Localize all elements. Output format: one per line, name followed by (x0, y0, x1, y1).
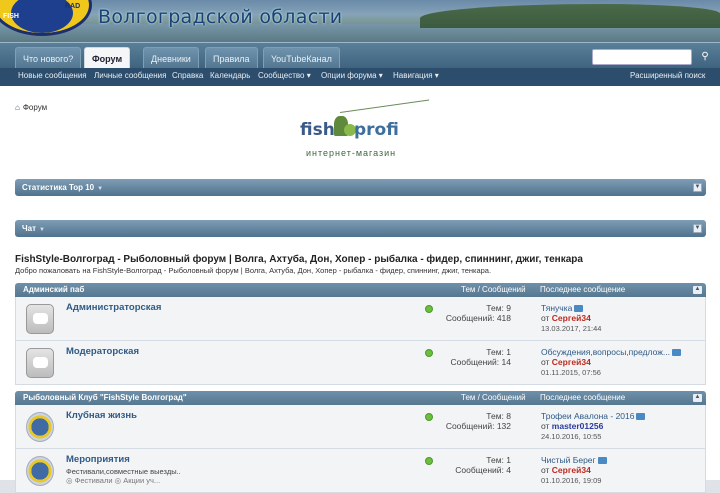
ad-tagline: интернет-магазин (306, 148, 397, 158)
collapse-icon[interactable]: ▼ (693, 224, 702, 233)
posts-count: Сообщений: 4 (455, 465, 511, 475)
tab-forum[interactable]: Форум (84, 47, 131, 69)
forum-title-link[interactable]: Клубная жизнь (66, 410, 137, 421)
subnav-navigation[interactable]: Навигация ▾ (393, 71, 439, 80)
topics-count: Тем: 1 (486, 455, 511, 465)
chevron-down-icon: ▼ (39, 227, 45, 233)
forum-title-link[interactable]: Администраторская (66, 302, 161, 313)
subforum-links[interactable]: ◎ Фестивали ◎ Акции уч... (66, 476, 160, 485)
last-post-author: от Сергей34 (541, 465, 591, 475)
forum-title-link[interactable]: Модераторская (66, 346, 139, 357)
posts-count: Сообщений: 132 (445, 421, 511, 431)
section-header: Рыболовный Клуб "FishStyle Волгоград" Те… (15, 391, 706, 405)
banner-trees (420, 4, 720, 28)
main-navbar: Что нового? Форум Дневники Правила YouTu… (0, 42, 720, 69)
breadcrumb-forum[interactable]: Форум (23, 103, 47, 112)
forum-title-link[interactable]: Мероприятия (66, 454, 130, 465)
chevron-down-icon: ▼ (97, 186, 104, 192)
last-post-link[interactable]: Трофеи Авалона - 2016 (541, 411, 646, 421)
topics-count: Тем: 1 (486, 347, 511, 357)
chat-bar[interactable]: Чат ▼ ▼ (15, 220, 706, 237)
forum-title: FishStyle-Волгоград - Рыболовный форум |… (15, 254, 583, 265)
col-topics-header: Тем / Сообщений (461, 393, 526, 402)
col-last-post-header: Последнее сообщение (540, 393, 626, 402)
main-content: ⌂ Форум fish profi интернет-магазин Стати… (0, 86, 720, 493)
subnav-help[interactable]: Справка (172, 71, 203, 80)
chat-title: Чат (22, 224, 36, 233)
collapse-up-icon[interactable]: ▲ (693, 394, 702, 402)
stats-top10-bar[interactable]: Статистика Top 10 ▼ ▼ (15, 179, 706, 196)
topics-count: Тем: 8 (486, 411, 511, 421)
forum-read-icon (26, 304, 54, 334)
go-to-post-icon[interactable] (574, 305, 584, 313)
collapse-icon[interactable]: ▼ (693, 183, 702, 192)
sub-navbar: Новые сообщения Личные сообщения Справка… (0, 68, 720, 86)
online-status-icon (425, 457, 433, 465)
advanced-search-link[interactable]: Расширенный поиск (630, 71, 705, 80)
forum-read-icon (26, 348, 54, 378)
forum-row: Администраторская Тем: 9 Сообщений: 418 … (15, 297, 706, 341)
site-title: Волгоградской области (98, 6, 343, 28)
section-name[interactable]: Рыболовный Клуб "FishStyle Волгоград" (23, 391, 187, 405)
last-post-link[interactable]: Обсуждения,вопросы,предлож... (541, 347, 681, 357)
go-to-post-icon[interactable] (597, 457, 607, 465)
logo-emblem (11, 0, 73, 33)
author-link[interactable]: Сергей34 (552, 465, 591, 475)
subnav-new-posts[interactable]: Новые сообщения (18, 71, 87, 80)
fishing-rod-graphic (339, 99, 430, 113)
subnav-forum-options[interactable]: Опции форума ▾ (321, 71, 383, 80)
last-post-link[interactable]: Чистый Берег (541, 455, 607, 465)
section-header: Админский паб Тем / Сообщений Последнее … (15, 283, 706, 297)
tab-rules[interactable]: Правила (205, 47, 258, 69)
col-last-post-header: Последнее сообщение (540, 285, 626, 294)
go-to-post-icon[interactable] (671, 349, 681, 357)
go-to-post-icon[interactable] (636, 413, 646, 421)
subnav-community[interactable]: Сообщество ▾ (258, 71, 311, 80)
last-post-date: 01.11.2015, 07:56 (541, 368, 601, 377)
forum-row-description: Фестивали,совместные выезды.. (66, 467, 181, 476)
club-emblem-icon (26, 412, 54, 442)
last-post-date: 01.10.2016, 19:09 (541, 476, 602, 485)
section-name[interactable]: Админский паб (23, 283, 84, 297)
tab-diaries[interactable]: Дневники (143, 47, 199, 69)
site-banner: FISH RAD Волгоградской области (0, 0, 720, 42)
ad-brand-fish: fish (300, 120, 335, 140)
author-link[interactable]: Сергей34 (552, 313, 591, 323)
logo-text: FISH (3, 13, 19, 20)
logo-text-2: RAD (65, 3, 81, 10)
search-input[interactable] (592, 49, 692, 65)
last-post-link[interactable]: Тянучка (541, 303, 584, 313)
last-post-author: от Сергей34 (541, 357, 591, 367)
posts-count: Сообщений: 14 (450, 357, 511, 367)
author-link[interactable]: Сергей34 (552, 357, 591, 367)
last-post-date: 24.10.2016, 10:55 (541, 432, 602, 441)
author-link[interactable]: master01256 (552, 421, 604, 431)
last-post-author: от master01256 (541, 421, 604, 431)
topics-count: Тем: 9 (486, 303, 511, 313)
fishprofi-banner[interactable]: fish profi интернет-магазин (300, 99, 432, 166)
last-post-date: 13.03.2017, 21:44 (541, 324, 602, 333)
tab-whats-new[interactable]: Что нового? (15, 47, 82, 69)
last-post-author: от Сергей34 (541, 313, 591, 323)
tab-youtube[interactable]: YouTubeКанал (263, 47, 340, 69)
subnav-private-messages[interactable]: Личные сообщения (94, 71, 166, 80)
online-status-icon (425, 413, 433, 421)
online-status-icon (425, 349, 433, 357)
stats-title: Статистика Top 10 (22, 183, 95, 192)
col-topics-header: Тем / Сообщений (461, 285, 526, 294)
club-emblem-icon (26, 456, 54, 486)
collapse-up-icon[interactable]: ▲ (693, 286, 702, 294)
home-icon[interactable]: ⌂ (15, 103, 20, 112)
subnav-calendar[interactable]: Календарь (210, 71, 250, 80)
online-status-icon (425, 305, 433, 313)
forum-row: Клубная жизнь Тем: 8 Сообщений: 132 Троф… (15, 405, 706, 449)
forum-row: Мероприятия Фестивали,совместные выезды.… (15, 449, 706, 493)
forum-row: Модераторская Тем: 1 Сообщений: 14 Обсуж… (15, 341, 706, 385)
breadcrumb: ⌂ Форум (15, 103, 47, 112)
posts-count: Сообщений: 418 (445, 313, 511, 323)
search-icon[interactable]: ⚲ (698, 51, 712, 63)
ad-brand-profi: profi (354, 120, 399, 140)
forum-description: Добро пожаловать на FishStyle-Волгоград … (15, 266, 492, 275)
